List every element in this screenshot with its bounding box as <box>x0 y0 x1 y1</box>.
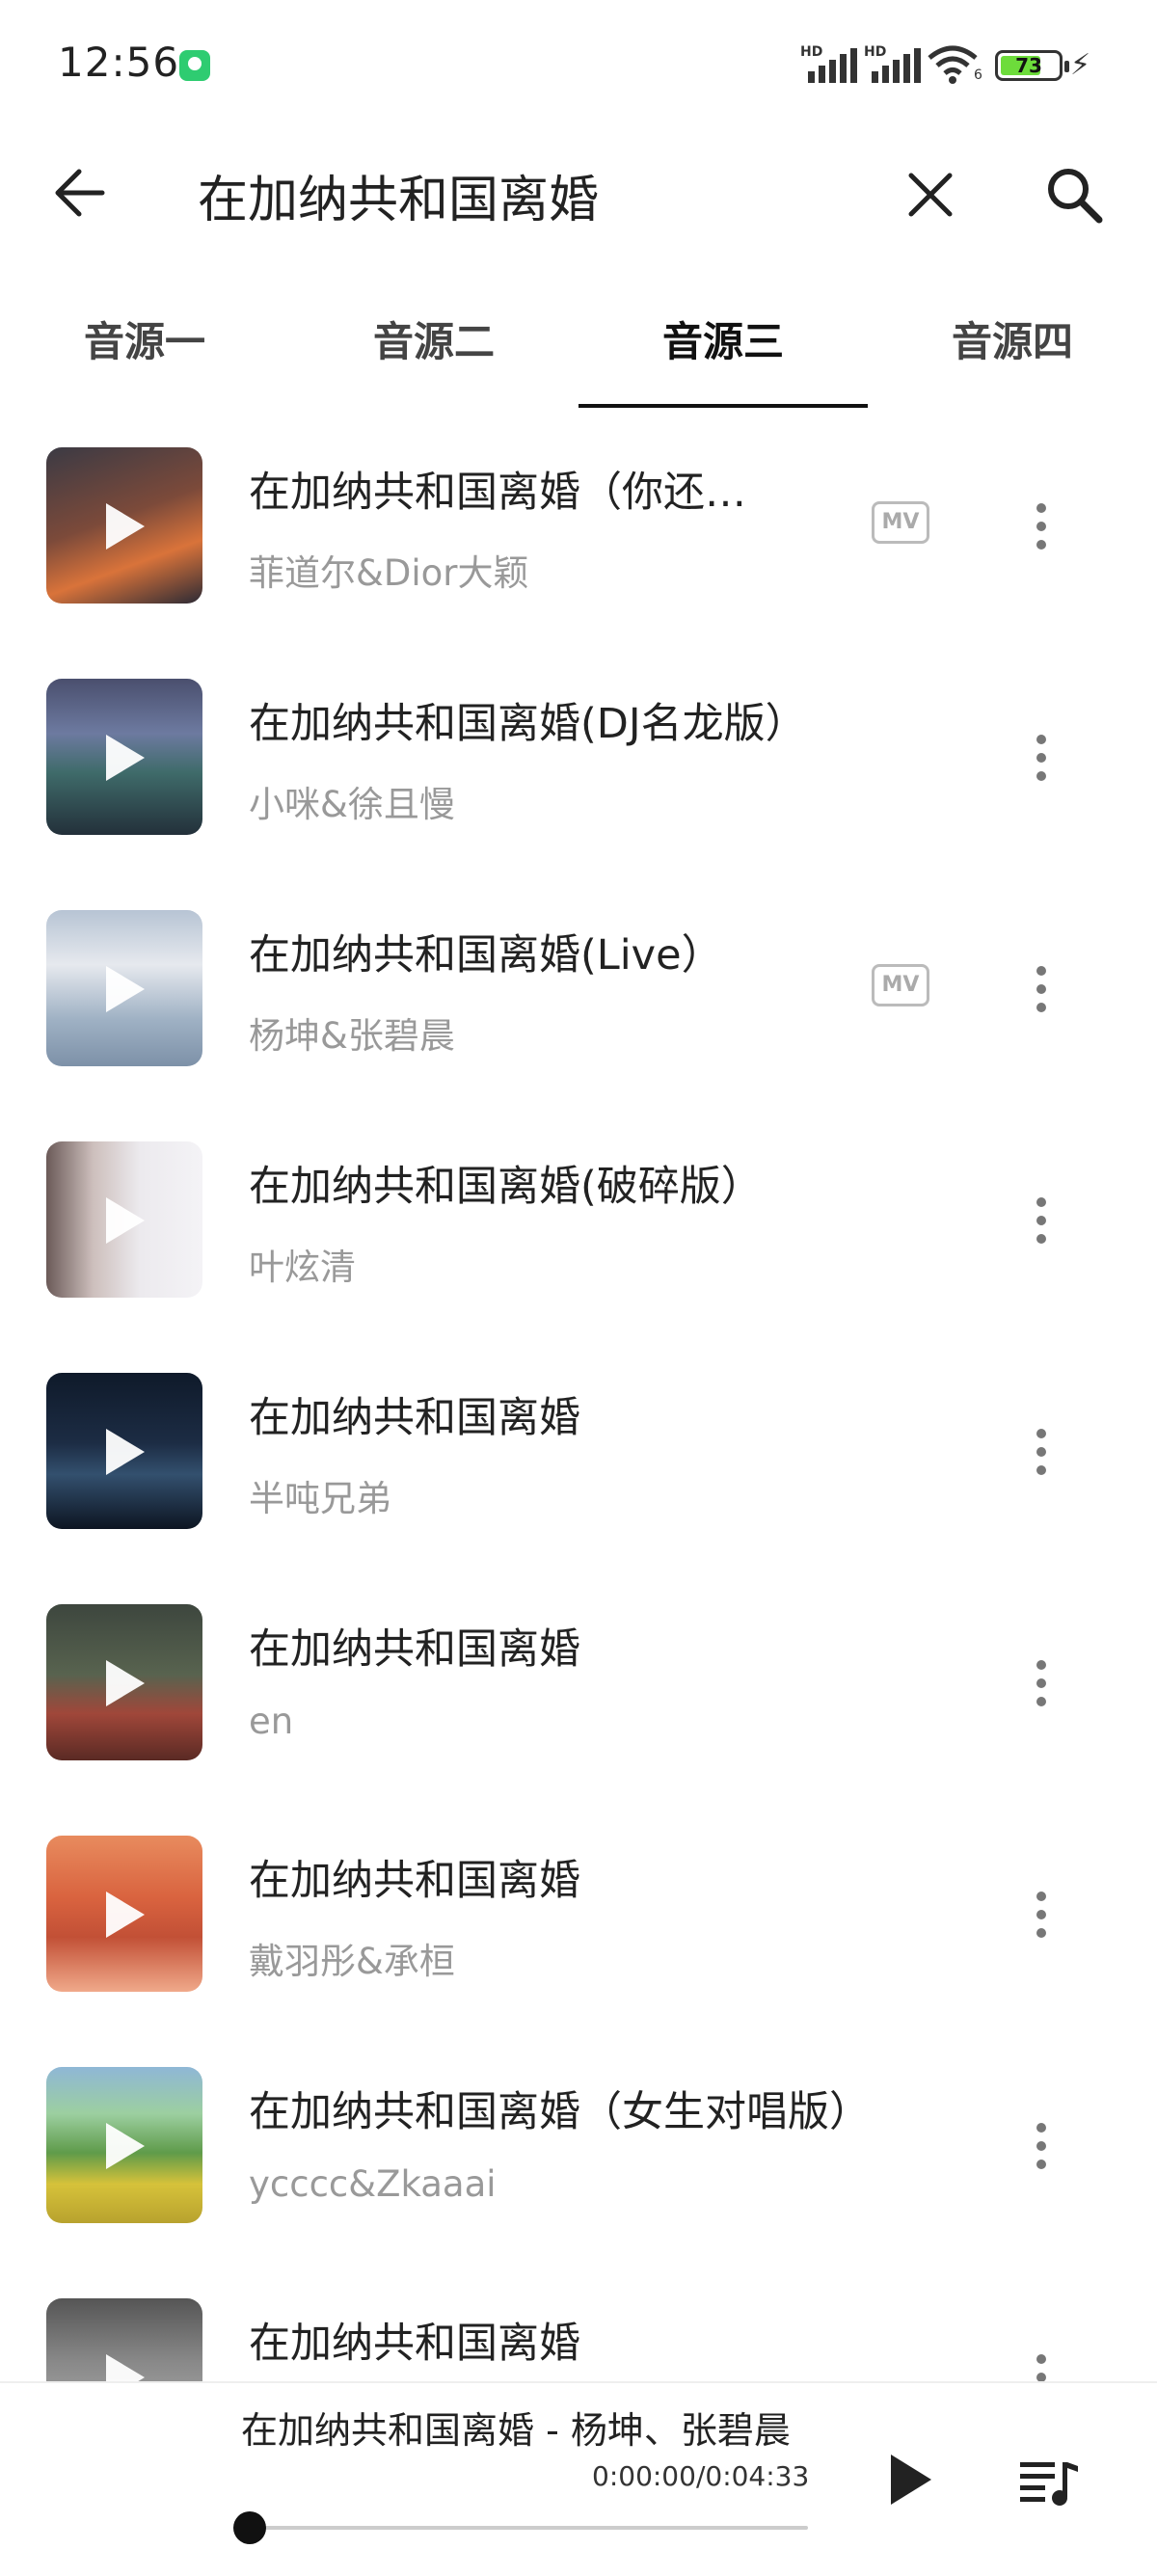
song-artist: ycccc&Zkaaai <box>249 2163 497 2205</box>
song-title: 在加纳共和国离婚(DJ名龙版） <box>249 700 807 748</box>
battery-icon: 73 <box>995 50 1069 81</box>
play-icon <box>106 1660 145 1706</box>
list-item[interactable]: 在加纳共和国离婚（女生对唱版） ycccc&Zkaaai <box>0 2044 1157 2275</box>
song-artist: 小咪&徐且慢 <box>249 784 455 825</box>
search-icon <box>1048 169 1103 224</box>
clear-search-button[interactable] <box>901 166 959 224</box>
search-button[interactable] <box>1041 162 1109 229</box>
signal-icon: HD <box>864 44 922 83</box>
app-notification-icon <box>179 50 210 81</box>
back-button[interactable] <box>46 164 114 222</box>
status-time: 12:56 <box>58 39 180 86</box>
list-item[interactable]: 在加纳共和国离婚(破碎版） 叶炫清 <box>0 1118 1157 1350</box>
play-icon <box>106 1892 145 1938</box>
more-options-button[interactable] <box>1022 1423 1061 1481</box>
album-cover[interactable] <box>46 1836 202 1992</box>
tab-source-3[interactable]: 音源三 <box>578 294 868 410</box>
playlist-icon <box>1020 2462 1078 2506</box>
album-cover[interactable] <box>46 679 202 835</box>
signal-icon: HD <box>800 44 858 83</box>
song-title: 在加纳共和国离婚(Live） <box>249 931 723 979</box>
search-header: 在加纳共和国离婚 <box>0 135 1157 251</box>
play-icon <box>106 966 145 1012</box>
play-icon <box>106 1197 145 1244</box>
album-cover[interactable] <box>46 1604 202 1760</box>
progress-bar[interactable] <box>233 2511 808 2544</box>
mv-badge[interactable]: MV <box>872 964 929 1006</box>
signal-hd-label: HD <box>864 44 887 60</box>
playback-time: 0:00:00/0:04:33 <box>592 2460 810 2492</box>
signal-hd-label: HD <box>800 44 823 60</box>
list-item[interactable]: 在加纳共和国离婚(Live） 杨坤&张碧晨 MV <box>0 887 1157 1118</box>
album-cover[interactable] <box>46 1141 202 1298</box>
song-artist: 叶炫清 <box>249 1247 356 1288</box>
status-bar: 12:56 HD HD 6 73 ⚡ <box>0 0 1157 135</box>
back-arrow-icon <box>55 169 105 217</box>
song-artist: 半吨兄弟 <box>249 1478 391 1519</box>
song-title: 在加纳共和国离婚（你还… <box>249 469 746 517</box>
source-tabs: 音源一 音源二 音源三 音源四 <box>0 294 1157 410</box>
mini-player[interactable]: 在加纳共和国离婚 - 杨坤、张碧晨 0:00:00/0:04:33 <box>0 2381 1157 2576</box>
album-cover[interactable] <box>46 2067 202 2223</box>
progress-knob[interactable] <box>233 2511 266 2544</box>
battery-level: 73 <box>1015 54 1042 77</box>
playlist-button[interactable] <box>1018 2455 1080 2509</box>
song-title: 在加纳共和国离婚(破碎版） <box>249 1163 763 1211</box>
song-title: 在加纳共和国离婚 <box>249 1857 580 1905</box>
song-title: 在加纳共和国离婚 <box>249 2320 580 2368</box>
album-cover[interactable] <box>46 447 202 604</box>
tab-source-2[interactable]: 音源二 <box>289 294 578 410</box>
list-item[interactable]: 在加纳共和国离婚 半吨兄弟 <box>0 1350 1157 1581</box>
play-icon <box>106 735 145 781</box>
album-cover[interactable] <box>46 910 202 1066</box>
song-artist: 戴羽彤&承桓 <box>249 1941 455 1982</box>
more-options-button[interactable] <box>1022 1886 1061 1944</box>
more-options-button[interactable] <box>1022 960 1061 1018</box>
wifi-label: 6 <box>974 67 982 83</box>
song-artist: 杨坤&张碧晨 <box>249 1015 455 1057</box>
play-icon[interactable] <box>891 2455 931 2505</box>
charging-icon: ⚡ <box>1070 48 1091 82</box>
list-item[interactable]: 在加纳共和国离婚（你还… 菲道尔&Dior大颖 MV <box>0 424 1157 656</box>
list-item[interactable]: 在加纳共和国离婚 en <box>0 1581 1157 1812</box>
tab-active-indicator <box>578 404 868 408</box>
more-options-button[interactable] <box>1022 729 1061 787</box>
song-title: 在加纳共和国离婚（女生对唱版） <box>249 2088 871 2136</box>
close-icon <box>908 173 953 217</box>
tab-source-1[interactable]: 音源一 <box>0 294 289 410</box>
list-item[interactable]: 在加纳共和国离婚(DJ名龙版） 小咪&徐且慢 <box>0 656 1157 887</box>
search-query-input[interactable]: 在加纳共和国离婚 <box>198 159 599 231</box>
more-options-button[interactable] <box>1022 2117 1061 2175</box>
wifi-icon: 6 <box>926 42 982 85</box>
more-options-button[interactable] <box>1022 1192 1061 1249</box>
play-icon <box>106 503 145 550</box>
play-icon <box>106 2123 145 2169</box>
song-artist: 菲道尔&Dior大颖 <box>249 552 529 594</box>
song-title: 在加纳共和国离婚 <box>249 1625 580 1674</box>
now-playing-title: 在加纳共和国离婚 - 杨坤、张碧晨 <box>241 2409 791 2452</box>
more-options-button[interactable] <box>1022 497 1061 555</box>
play-icon <box>106 1429 145 1475</box>
album-cover[interactable] <box>46 1373 202 1529</box>
list-item[interactable]: 在加纳共和国离婚 戴羽彤&承桓 <box>0 1812 1157 2044</box>
more-options-button[interactable] <box>1022 1654 1061 1712</box>
mv-badge[interactable]: MV <box>872 501 929 544</box>
song-artist: en <box>249 1701 294 1742</box>
song-title: 在加纳共和国离婚 <box>249 1394 580 1442</box>
tab-source-4[interactable]: 音源四 <box>868 294 1157 410</box>
